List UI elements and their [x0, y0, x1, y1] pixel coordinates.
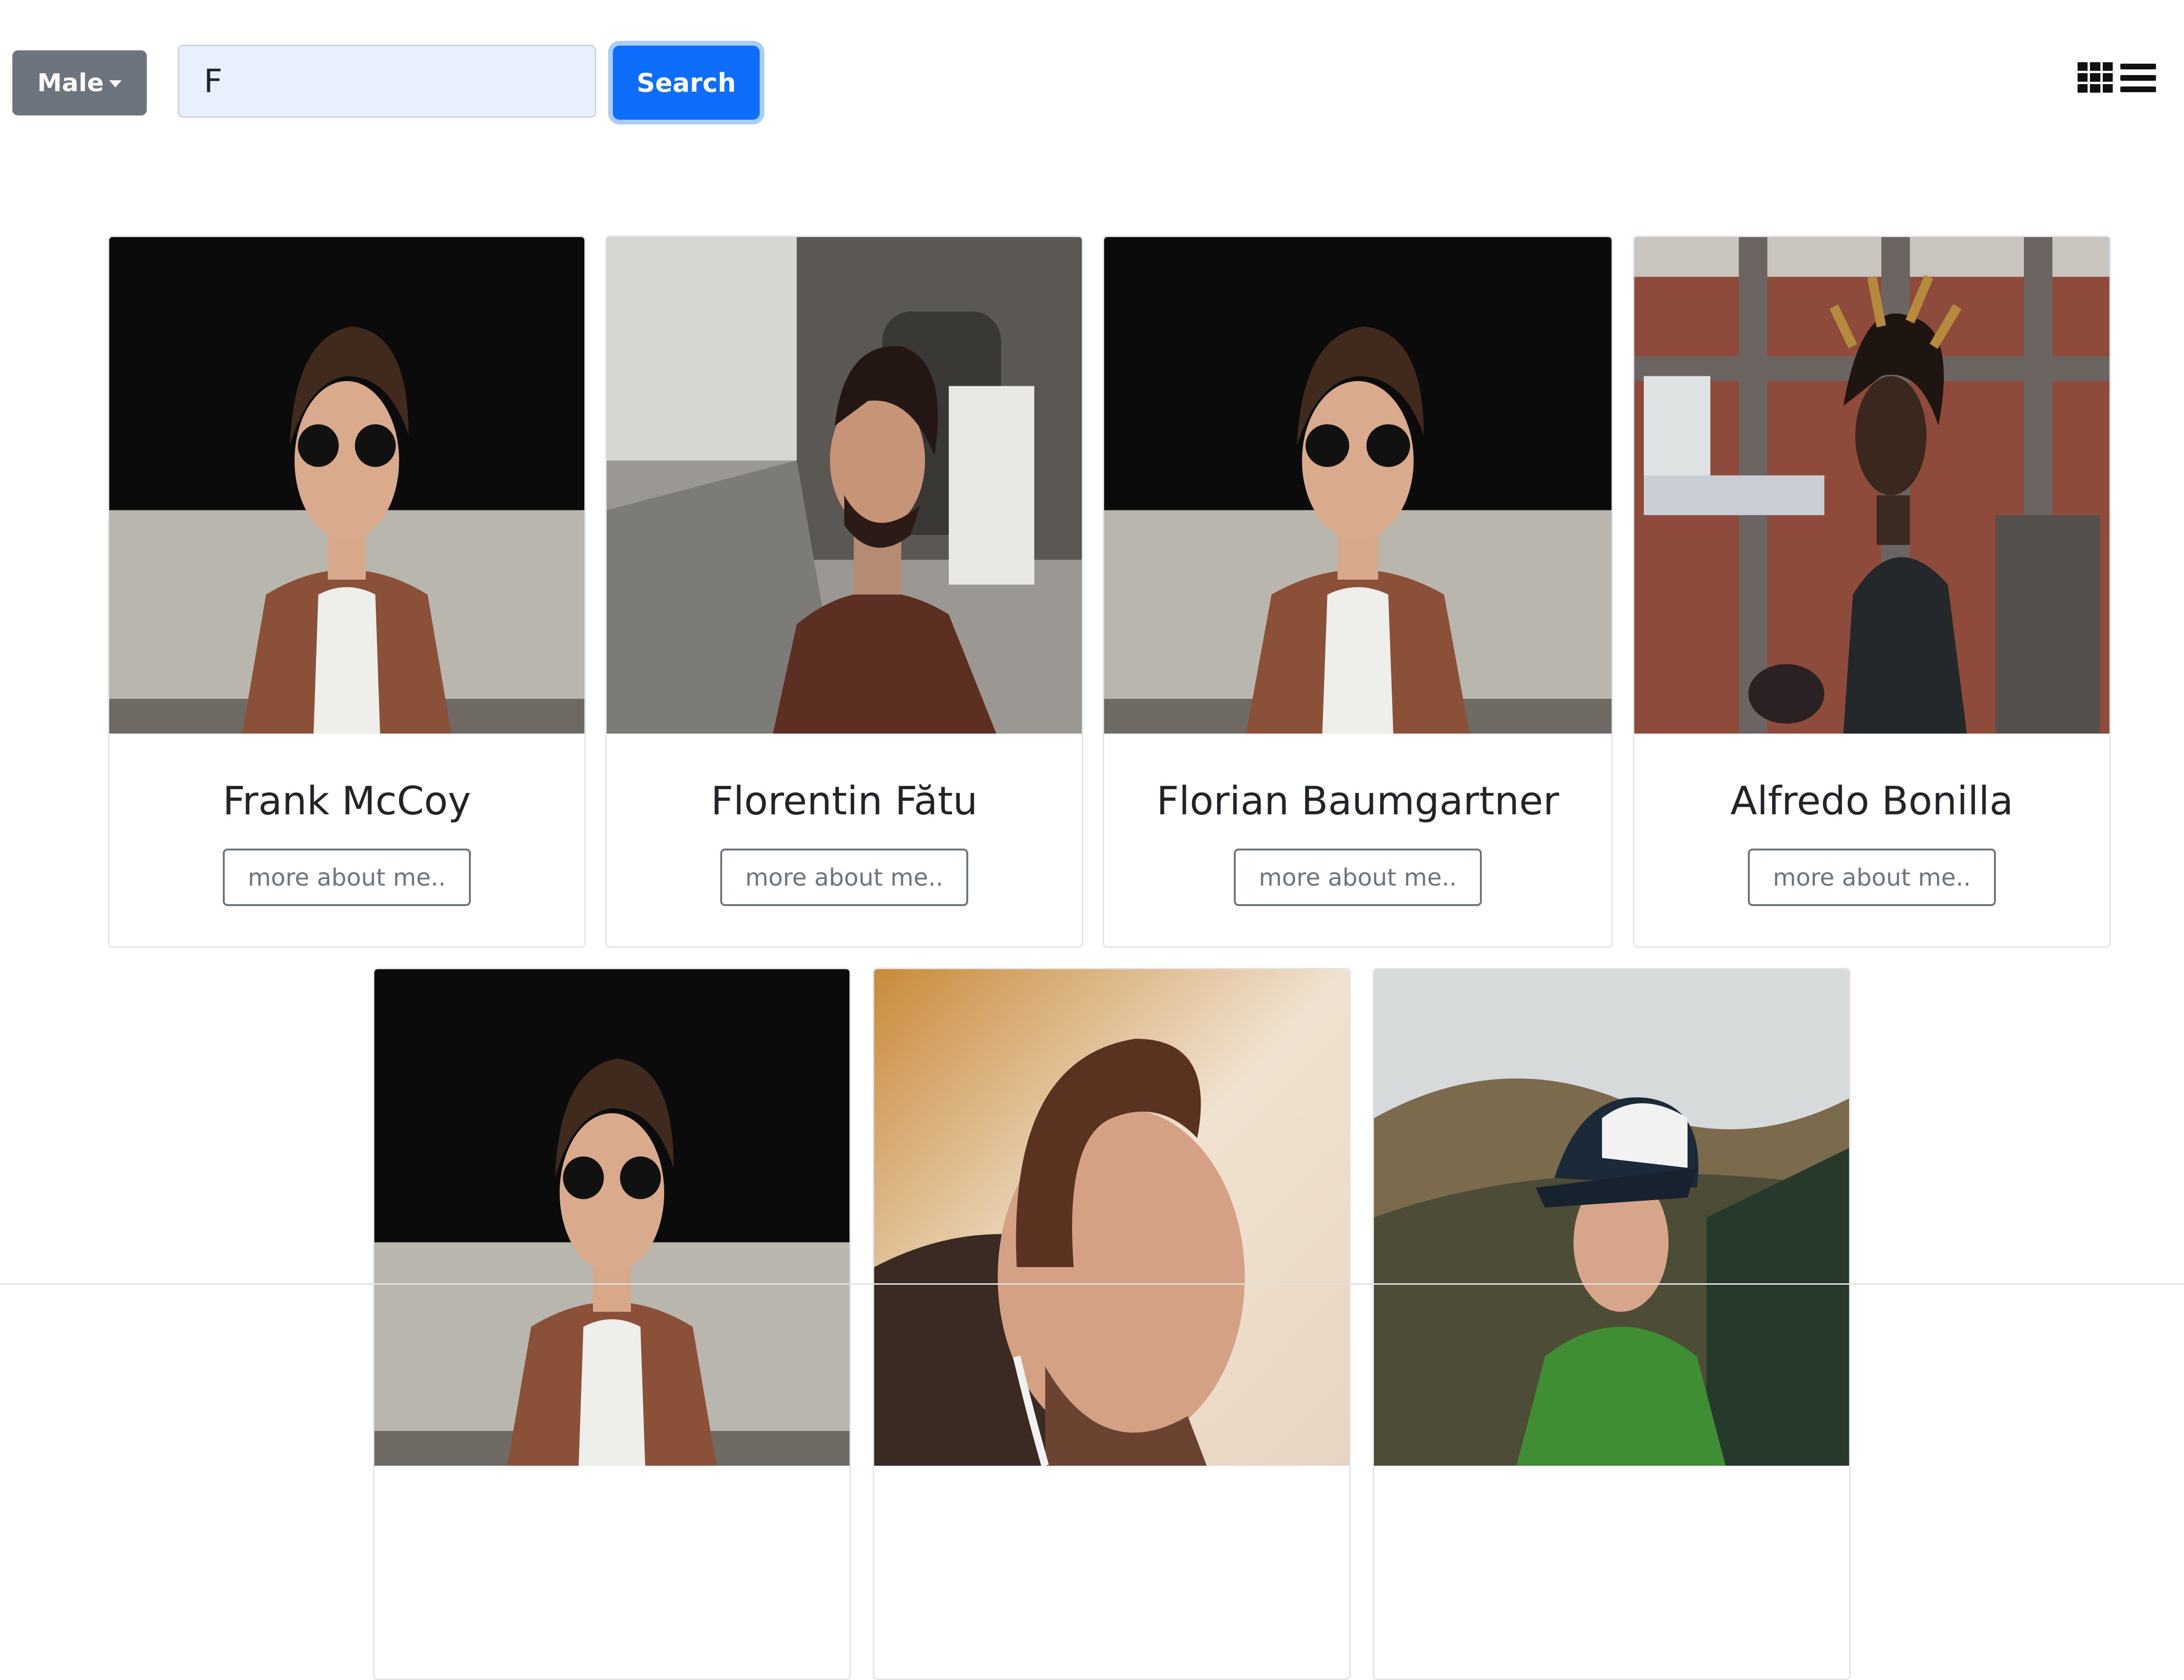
person-photo [607, 237, 1082, 734]
grid-view-icon[interactable] [2078, 62, 2113, 93]
search-button[interactable]: Search [613, 46, 760, 120]
person-card: Florentin Fătu more about me.. [605, 236, 1083, 948]
person-name: Alfredo Bonilla [1730, 779, 2013, 824]
person-photo [374, 969, 849, 1466]
list-view-icon[interactable] [2120, 64, 2156, 92]
person-card [873, 968, 1351, 1680]
more-about-me-button[interactable]: more about me.. [223, 849, 471, 906]
person-photo [874, 969, 1349, 1466]
search-input[interactable] [178, 45, 596, 118]
person-photo [109, 237, 584, 734]
gender-filter-dropdown[interactable]: Male [12, 50, 147, 115]
person-card [373, 968, 851, 1680]
person-name: Florentin Fătu [711, 779, 978, 824]
person-card: Frank McCoy more about me.. [108, 236, 586, 948]
more-about-me-button[interactable]: more about me.. [1234, 849, 1482, 906]
person-name: Frank McCoy [222, 779, 471, 824]
caret-down-icon [109, 80, 122, 87]
person-photo [1634, 237, 2109, 734]
more-about-me-button[interactable]: more about me.. [1748, 849, 1996, 906]
person-card: Alfredo Bonilla more about me.. [1633, 236, 2111, 948]
person-card: Florian Baumgartner more about me.. [1103, 236, 1613, 948]
gender-filter-label: Male [37, 68, 104, 97]
more-about-me-button[interactable]: more about me.. [720, 849, 968, 906]
person-photo [1374, 969, 1849, 1466]
footer-divider [0, 1283, 2184, 1285]
person-card [1373, 968, 1850, 1680]
person-photo [1104, 237, 1612, 734]
person-name: Florian Baumgartner [1156, 779, 1559, 824]
